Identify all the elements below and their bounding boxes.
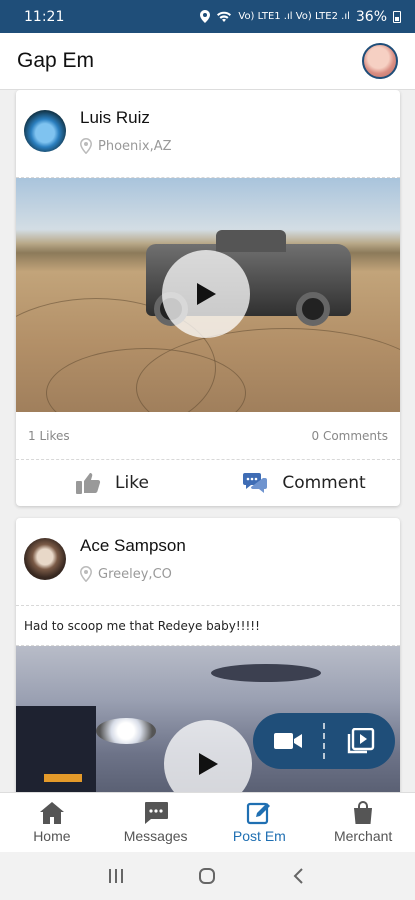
nav-post[interactable]: Post Em — [208, 793, 312, 852]
wifi-status-icon — [217, 11, 232, 22]
back-icon[interactable] — [290, 867, 308, 885]
author-avatar[interactable] — [24, 538, 66, 580]
app-header: Gap Em — [0, 33, 415, 90]
like-button[interactable]: Like — [16, 471, 208, 495]
record-video-button[interactable] — [253, 713, 323, 769]
author-name[interactable]: Luis Ruiz — [80, 108, 172, 128]
video-library-icon — [347, 728, 375, 754]
post-stats: 1 Likes 0 Comments — [16, 412, 400, 460]
bottom-nav: Home Messages Post Em Merchant — [0, 792, 415, 852]
nav-merchant[interactable]: Merchant — [311, 793, 415, 852]
comment-label: Comment — [282, 472, 366, 493]
location-text: Phoenix,AZ — [98, 138, 172, 154]
location-pin-icon — [80, 566, 92, 582]
post-header: Luis Ruiz Phoenix,AZ — [16, 90, 400, 178]
messages-icon — [144, 802, 168, 824]
nav-home-label: Home — [33, 828, 71, 844]
edit-icon — [247, 802, 271, 825]
nav-messages-label: Messages — [123, 828, 188, 844]
signal-status: Vo) LTE1 .ıl Vo) LTE2 .ıl — [238, 11, 350, 22]
post-caption: Had to scoop me that Redeye baby!!!!! — [16, 606, 400, 646]
location-status-icon — [200, 10, 211, 23]
comments-count[interactable]: 0 Comments — [312, 429, 389, 443]
recent-apps-icon[interactable] — [107, 867, 125, 885]
author-avatar[interactable] — [24, 110, 66, 152]
status-bar: 11:21 Vo) LTE1 .ıl Vo) LTE2 .ıl 36% — [0, 0, 415, 33]
nav-post-label: Post Em — [232, 828, 286, 844]
nav-home[interactable]: Home — [0, 793, 104, 852]
post-feed[interactable]: Luis Ruiz Phoenix,AZ 1 Likes 0 Comments — [0, 90, 415, 792]
comment-icon — [243, 472, 268, 493]
home-button-icon[interactable] — [198, 867, 216, 885]
post-location: Greeley,CO — [80, 566, 186, 582]
thumbs-up-icon — [76, 472, 101, 494]
likes-count[interactable]: 1 Likes — [28, 429, 70, 443]
play-button[interactable] — [164, 720, 252, 792]
post-card: Luis Ruiz Phoenix,AZ 1 Likes 0 Comments — [16, 90, 400, 506]
post-location: Phoenix,AZ — [80, 138, 172, 154]
video-camera-icon — [274, 733, 302, 749]
like-label: Like — [115, 472, 149, 493]
location-text: Greeley,CO — [98, 566, 172, 582]
post-header: Ace Sampson Greeley,CO — [16, 518, 400, 606]
battery-icon — [393, 10, 401, 23]
system-nav — [0, 852, 415, 900]
comment-button[interactable]: Comment — [208, 471, 400, 495]
post-video[interactable] — [16, 178, 400, 412]
nav-merchant-label: Merchant — [333, 828, 393, 844]
profile-avatar[interactable] — [362, 43, 398, 79]
play-button[interactable] — [162, 250, 250, 338]
author-name[interactable]: Ace Sampson — [80, 536, 186, 556]
play-icon — [199, 753, 218, 775]
status-time: 11:21 — [24, 8, 65, 25]
video-library-button[interactable] — [325, 713, 395, 769]
upload-fab — [253, 713, 395, 769]
battery-percent: 36% — [355, 8, 387, 25]
shopping-bag-icon — [354, 801, 373, 824]
play-icon — [197, 283, 216, 305]
app-title: Gap Em — [17, 49, 95, 72]
nav-messages[interactable]: Messages — [104, 793, 208, 852]
location-pin-icon — [80, 138, 92, 154]
status-indicators: Vo) LTE1 .ıl Vo) LTE2 .ıl 36% — [200, 9, 401, 25]
post-actions: Like Comment — [16, 460, 400, 505]
home-icon — [39, 802, 64, 824]
